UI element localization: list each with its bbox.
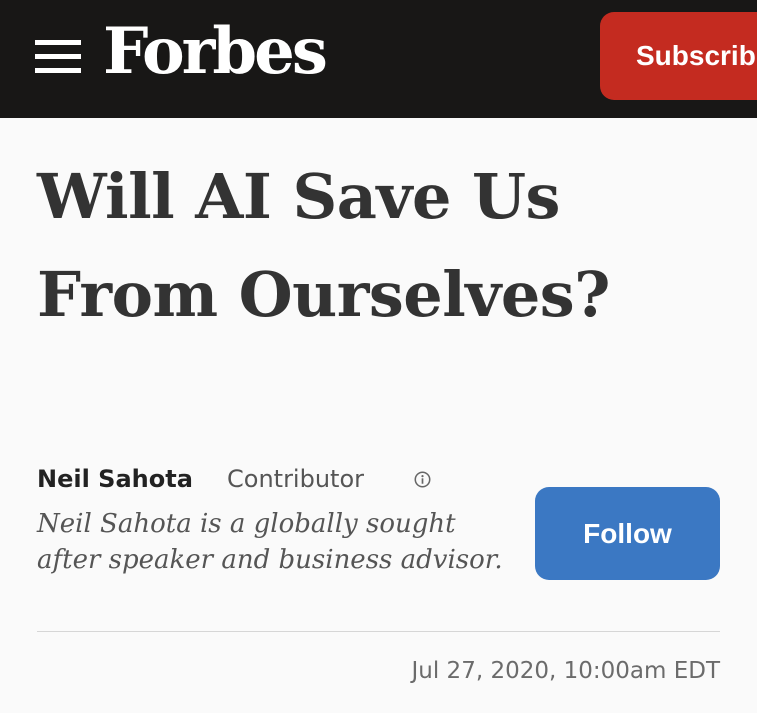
menu-bar-bottom [35, 68, 81, 73]
headline-line-2: From Ourselves? [37, 258, 611, 331]
author-role: Contributor [227, 465, 365, 493]
headline-line-1: Will AI Save Us [37, 160, 560, 233]
subscribe-button[interactable]: Subscrib [600, 12, 757, 100]
publish-date: Jul 27, 2020, 10:00am EDT [411, 658, 721, 684]
site-header: Forbes Subscrib [0, 0, 757, 118]
author-bio: Neil Sahota is a globally sought after s… [37, 509, 503, 575]
divider [37, 631, 720, 632]
follow-button[interactable]: Follow [535, 487, 720, 580]
hamburger-menu-icon[interactable] [35, 40, 83, 74]
author-name-link[interactable]: Neil Sahota [37, 462, 193, 496]
menu-bar-middle [35, 54, 81, 59]
forbes-logo[interactable]: Forbes [103, 12, 328, 92]
menu-bar-top [35, 40, 81, 45]
article-headline: Will AI Save Us From Ourselves? [37, 148, 737, 344]
info-circle-icon[interactable] [414, 471, 431, 488]
